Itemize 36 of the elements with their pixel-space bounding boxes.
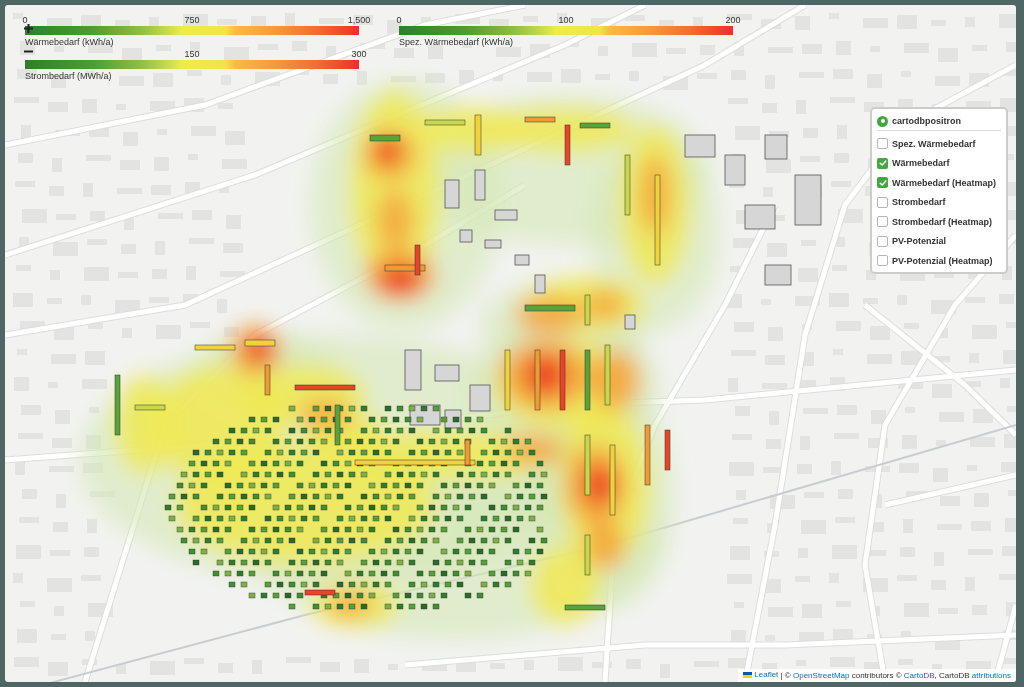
layer-option[interactable]: Spez. Wärmebedarf <box>877 134 1001 154</box>
layer-option[interactable]: Wärmebedarf (Heatmap) <box>877 173 1001 193</box>
attribution-link[interactable]: Leaflet <box>743 669 779 681</box>
checkbox[interactable] <box>877 216 888 228</box>
tick-label: 0 <box>22 15 28 25</box>
checkbox[interactable] <box>877 255 888 267</box>
legend-title: Wärmebedarf (kWh/a) <box>25 37 114 48</box>
layer-option[interactable]: Wärmebedarf <box>877 153 1001 173</box>
tick-label: 750 <box>184 15 200 25</box>
radio-button[interactable] <box>877 115 888 127</box>
attribution-text: Leaflet | © OpenStreetMap contributors © CartoDB, CartoDB attributions <box>738 669 1016 682</box>
tick-label: 300 <box>351 49 367 59</box>
layer-option[interactable]: Strombedarf <box>877 192 1001 212</box>
checkbox[interactable] <box>877 157 888 169</box>
checkbox[interactable] <box>877 196 888 208</box>
zoom-out-button[interactable] <box>23 49 33 54</box>
legend-title: Strombedarf (MWh/a) <box>25 71 112 82</box>
tick-label: 0 <box>396 15 402 25</box>
minus-icon <box>23 50 33 53</box>
layer-option[interactable]: PV-Potenzial <box>877 231 1001 251</box>
tick-label: 150 <box>184 49 200 59</box>
layer-option[interactable]: Strombedarf (Heatmap) <box>877 212 1001 232</box>
layer-option[interactable]: PV-Potenzial (Heatmap) <box>877 251 1001 271</box>
base-layer-option[interactable]: cartodbpositron <box>877 113 1001 129</box>
tick-label: 200 <box>725 15 741 25</box>
legend-title: Spez. Wärmebedarf (kWh/a) <box>399 37 514 48</box>
tick-label: 1,500 <box>347 15 371 25</box>
attribution-link[interactable]: CartoDB <box>903 670 935 682</box>
attribution-link[interactable]: attributions <box>971 670 1011 682</box>
plus-icon <box>23 23 33 33</box>
attribution-link[interactable]: OpenStreetMap <box>793 670 850 682</box>
checkbox[interactable] <box>877 177 888 189</box>
zoom-in-button[interactable] <box>23 23 33 33</box>
checkbox[interactable] <box>877 138 888 150</box>
tick-label: 100 <box>558 15 574 25</box>
checkbox[interactable] <box>877 235 888 247</box>
